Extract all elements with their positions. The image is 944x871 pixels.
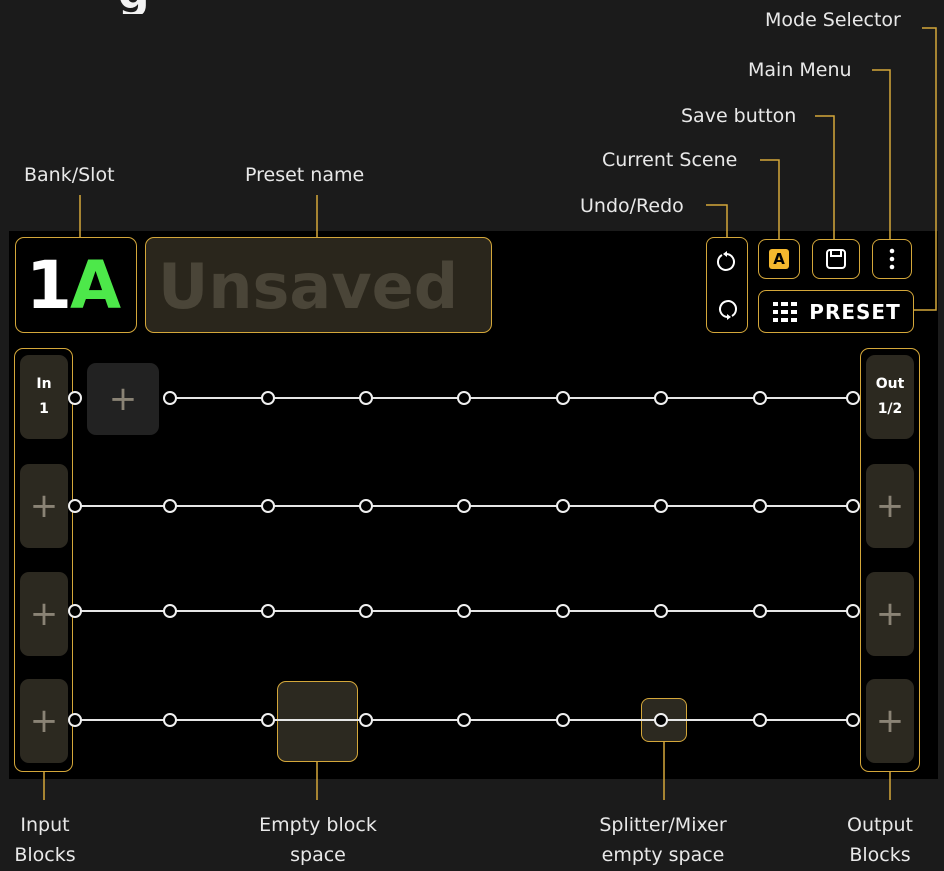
bank-number: 1 (26, 247, 72, 324)
save-button[interactable] (812, 239, 860, 279)
label-output-blocks: Output Blocks (847, 814, 913, 867)
output-block-4[interactable]: + (866, 679, 914, 763)
header-fragment: g (0, 0, 240, 14)
plus-icon: + (875, 486, 905, 526)
splitter-mixer-space[interactable] (641, 698, 687, 742)
bank-letter: A (69, 247, 121, 324)
undo-redo-buttons[interactable] (706, 237, 748, 333)
input-block-1[interactable]: In 1 (20, 355, 68, 439)
label-mode-selector: Mode Selector (765, 9, 901, 31)
label-bank-slot: Bank/Slot (24, 164, 115, 186)
plus-icon: + (108, 379, 138, 419)
redo-icon[interactable] (715, 297, 739, 321)
input-block-3[interactable]: + (20, 572, 68, 656)
plus-icon: + (29, 486, 59, 526)
main-menu-button[interactable] (872, 239, 912, 279)
preset-name-text: Unsaved (158, 250, 459, 323)
mode-label: PRESET (809, 299, 901, 324)
input-block-4[interactable]: + (20, 679, 68, 763)
plus-icon: + (875, 701, 905, 741)
plus-icon: + (29, 701, 59, 741)
label-empty-block-space: Empty block space (259, 814, 377, 867)
output-block-1[interactable]: Out 1/2 (866, 355, 914, 439)
input-value: 1 (39, 401, 49, 417)
label-save-button: Save button (681, 105, 797, 127)
mode-selector-button[interactable]: PRESET (758, 290, 914, 333)
grid-icon (773, 301, 798, 322)
label-input-blocks: Input Blocks (14, 814, 76, 867)
label-main-menu: Main Menu (748, 59, 852, 81)
plus-icon: + (29, 594, 59, 634)
plus-icon: + (875, 594, 905, 634)
input-block-2[interactable]: + (20, 464, 68, 548)
add-block-button[interactable]: + (87, 363, 159, 435)
label-undo-redo: Undo/Redo (580, 195, 684, 217)
label-preset-name: Preset name (245, 164, 365, 186)
label-current-scene: Current Scene (602, 149, 738, 171)
label-splitter-mixer: Splitter/Mixer empty space (599, 814, 727, 867)
menu-dots-icon (889, 248, 895, 270)
scene-button[interactable]: A (758, 239, 800, 279)
undo-icon[interactable] (715, 250, 739, 274)
output-label: Out (875, 375, 905, 392)
output-value: 1/2 (877, 401, 903, 417)
scene-badge: A (769, 249, 789, 269)
output-block-2[interactable]: + (866, 464, 914, 548)
empty-block-space[interactable] (277, 681, 358, 762)
bank-slot-display[interactable]: 1A (15, 237, 137, 333)
output-block-3[interactable]: + (866, 572, 914, 656)
preset-name-field[interactable]: Unsaved (145, 237, 492, 333)
input-label: In (36, 375, 52, 392)
save-icon (826, 249, 846, 269)
